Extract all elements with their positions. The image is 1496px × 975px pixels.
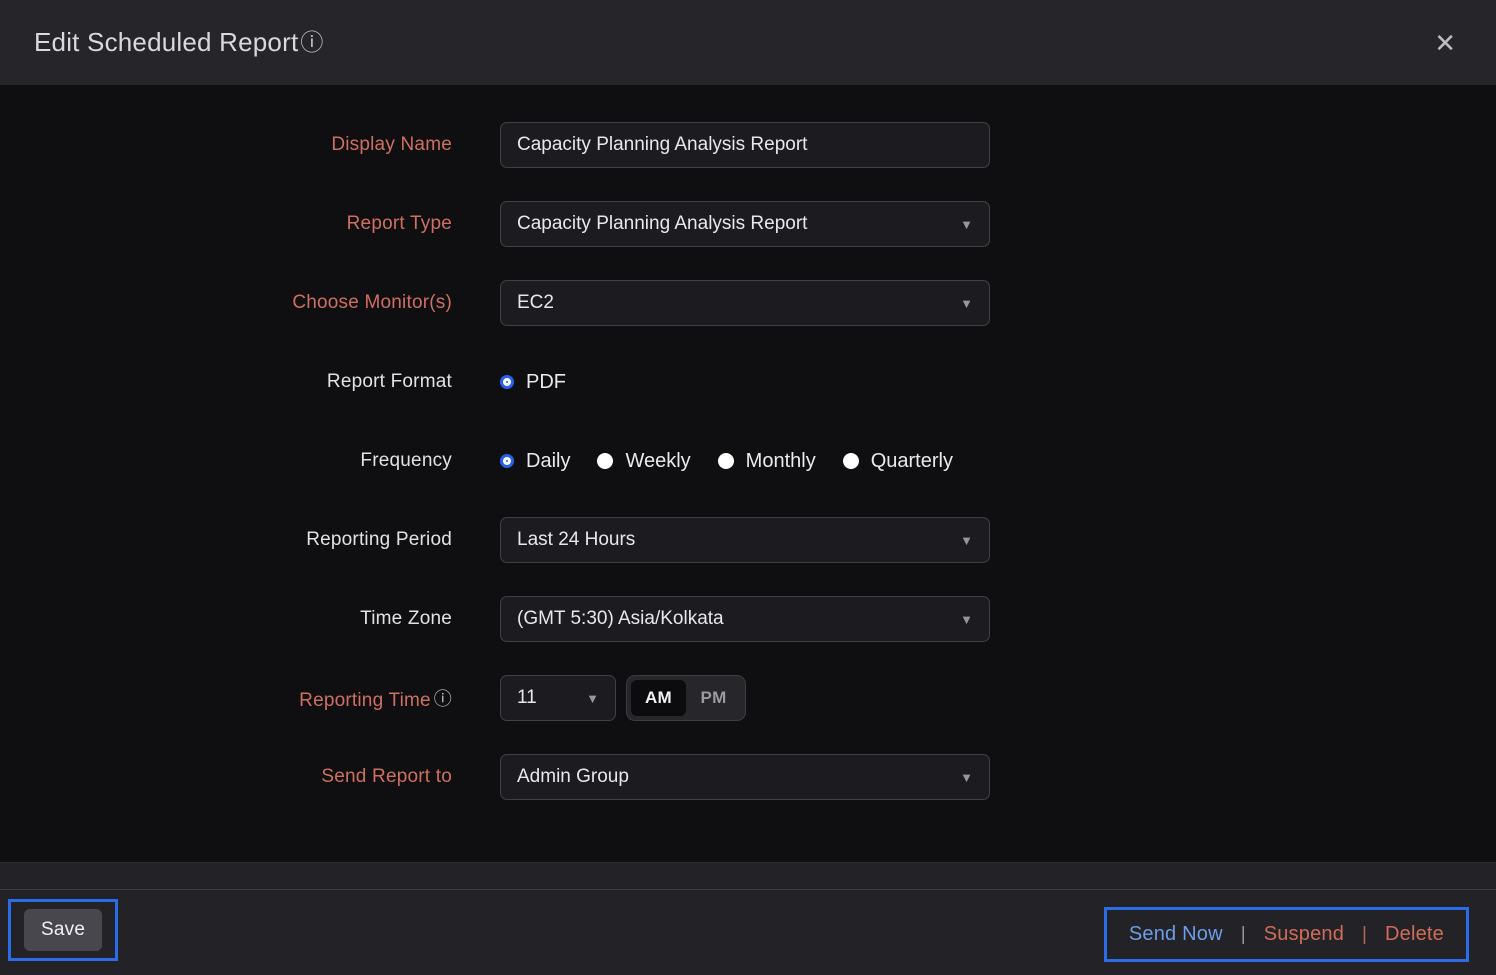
save-button[interactable]: Save	[24, 909, 102, 951]
time-zone-select[interactable]: (GMT 5:30) Asia/Kolkata ▼	[500, 596, 990, 642]
report-format-radio-group: PDF	[500, 371, 566, 394]
reporting-period-select[interactable]: Last 24 Hours ▼	[500, 517, 990, 563]
report-type-select[interactable]: Capacity Planning Analysis Report ▼	[500, 201, 990, 247]
radio-pdf-label: PDF	[526, 371, 566, 394]
radio-unselected-icon	[718, 453, 734, 469]
row-report-type: Report Type Capacity Planning Analysis R…	[0, 201, 1496, 247]
chevron-down-icon: ▼	[960, 612, 973, 627]
chevron-down-icon: ▼	[960, 217, 973, 232]
radio-weekly[interactable]: Weekly	[597, 450, 690, 473]
send-report-to-select[interactable]: Admin Group ▼	[500, 754, 990, 800]
meridiem-pm[interactable]: PM	[686, 680, 741, 716]
separator: |	[1362, 924, 1367, 946]
radio-daily-label: Daily	[526, 450, 570, 473]
row-display-name: Display Name	[0, 122, 1496, 168]
row-frequency: Frequency Daily Weekly Monthly	[0, 438, 1496, 484]
meridiem-toggle: AM PM	[626, 675, 746, 721]
choose-monitors-select[interactable]: EC2 ▼	[500, 280, 990, 326]
time-zone-label: Time Zone	[0, 608, 452, 630]
dialog-body: Display Name Report Type Capacity Planni…	[0, 85, 1496, 862]
send-report-to-value: Admin Group	[517, 766, 629, 788]
radio-unselected-icon	[597, 453, 613, 469]
radio-unselected-icon	[843, 453, 859, 469]
dialog-title-text: Edit Scheduled Report	[34, 27, 298, 58]
chevron-down-icon: ▼	[960, 770, 973, 785]
radio-daily[interactable]: Daily	[500, 450, 570, 473]
send-now-button[interactable]: Send Now	[1129, 923, 1223, 946]
actions-highlight-outline: Send Now | Suspend | Delete	[1104, 907, 1469, 962]
meridiem-am[interactable]: AM	[631, 680, 686, 716]
frequency-label: Frequency	[0, 450, 452, 472]
dialog-header: Edit Scheduled Reportⓘ ✕	[0, 0, 1496, 85]
radio-weekly-label: Weekly	[625, 450, 690, 473]
info-icon: ⓘ	[300, 31, 323, 54]
radio-quarterly[interactable]: Quarterly	[843, 450, 953, 473]
suspend-button[interactable]: Suspend	[1264, 923, 1344, 946]
close-icon[interactable]: ✕	[1428, 26, 1462, 60]
reporting-hour-value: 11	[517, 687, 537, 709]
edit-scheduled-report-dialog: Edit Scheduled Reportⓘ ✕ Display Name Re…	[0, 0, 1496, 975]
choose-monitors-label: Choose Monitor(s)	[0, 292, 452, 314]
report-type-label: Report Type	[0, 213, 452, 235]
frequency-radio-group: Daily Weekly Monthly Quarterly	[500, 450, 953, 473]
radio-selected-icon	[503, 378, 511, 386]
row-reporting-period: Reporting Period Last 24 Hours ▼	[0, 517, 1496, 563]
radio-pdf[interactable]: PDF	[500, 371, 566, 394]
send-report-to-label: Send Report to	[0, 766, 452, 788]
chevron-down-icon: ▼	[960, 533, 973, 548]
display-name-label: Display Name	[0, 134, 452, 156]
dialog-title: Edit Scheduled Reportⓘ	[34, 27, 324, 58]
display-name-input[interactable]	[500, 122, 990, 168]
row-send-report-to: Send Report to Admin Group ▼	[0, 754, 1496, 800]
reporting-period-value: Last 24 Hours	[517, 529, 635, 551]
radio-monthly-label: Monthly	[746, 450, 816, 473]
save-highlight-outline: Save	[8, 899, 118, 961]
radio-selected-icon	[503, 457, 511, 465]
row-report-format: Report Format PDF	[0, 359, 1496, 405]
row-reporting-time: Reporting Timeⓘ 11 ▼ AM PM	[0, 675, 1496, 721]
reporting-period-label: Reporting Period	[0, 529, 452, 551]
report-format-label: Report Format	[0, 371, 452, 393]
time-zone-value: (GMT 5:30) Asia/Kolkata	[517, 608, 724, 630]
separator: |	[1241, 924, 1246, 946]
chevron-down-icon: ▼	[586, 691, 599, 706]
radio-quarterly-label: Quarterly	[871, 450, 953, 473]
report-type-value: Capacity Planning Analysis Report	[517, 213, 807, 235]
row-time-zone: Time Zone (GMT 5:30) Asia/Kolkata ▼	[0, 596, 1496, 642]
row-choose-monitors: Choose Monitor(s) EC2 ▼	[0, 280, 1496, 326]
reporting-time-label: Reporting Timeⓘ	[0, 685, 452, 712]
chevron-down-icon: ▼	[960, 296, 973, 311]
reporting-hour-select[interactable]: 11 ▼	[500, 675, 616, 721]
info-icon: ⓘ	[434, 689, 452, 709]
radio-monthly[interactable]: Monthly	[718, 450, 816, 473]
dialog-footer: Save Send Now | Suspend | Delete	[0, 862, 1496, 975]
delete-button[interactable]: Delete	[1385, 923, 1444, 946]
choose-monitors-value: EC2	[517, 292, 554, 314]
